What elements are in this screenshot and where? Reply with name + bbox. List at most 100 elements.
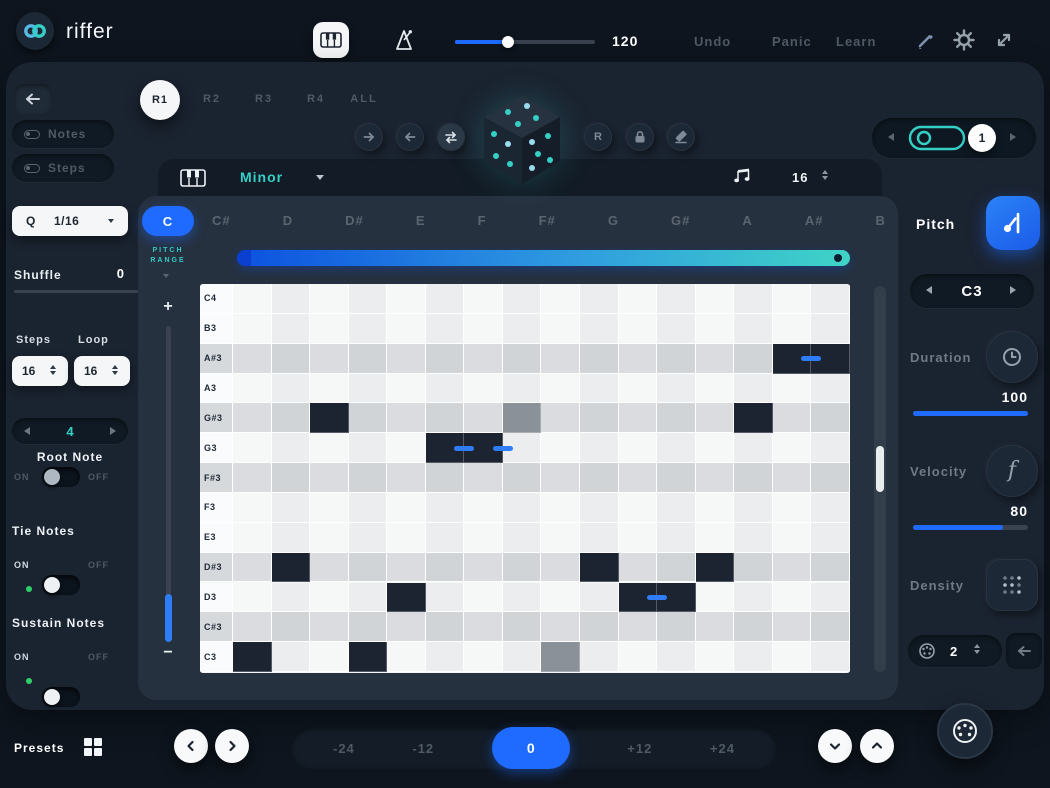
grid-cell[interactable] bbox=[696, 493, 735, 523]
grid-cell[interactable] bbox=[387, 284, 426, 314]
tab-r1[interactable]: R1 bbox=[140, 80, 180, 120]
note-option[interactable]: F# bbox=[539, 213, 556, 228]
grid-cell[interactable] bbox=[811, 493, 850, 523]
grid-cell[interactable] bbox=[696, 344, 735, 374]
grid-cell[interactable] bbox=[503, 642, 542, 672]
grid-cell[interactable] bbox=[387, 463, 426, 493]
grid-cell[interactable] bbox=[464, 403, 503, 433]
quantize-select[interactable]: Q 1/16 bbox=[12, 206, 128, 236]
grid-cell[interactable] bbox=[503, 493, 542, 523]
grid-cell[interactable] bbox=[541, 314, 580, 344]
grid-cell[interactable] bbox=[541, 403, 580, 433]
shift-right-button[interactable] bbox=[355, 123, 383, 151]
grid-cell[interactable] bbox=[272, 403, 311, 433]
grid-cell[interactable] bbox=[349, 314, 388, 344]
metronome-button[interactable] bbox=[388, 24, 420, 56]
pitch-range-plus-button[interactable]: + bbox=[158, 298, 178, 316]
note-cell[interactable] bbox=[387, 583, 426, 613]
pitch-range-minus-button[interactable]: − bbox=[158, 644, 178, 662]
grid-cell[interactable] bbox=[464, 493, 503, 523]
grid-cell[interactable] bbox=[503, 612, 542, 642]
ghost-note-cell[interactable] bbox=[503, 403, 542, 433]
stepper-right-icon[interactable] bbox=[110, 427, 116, 435]
grid-cell[interactable] bbox=[773, 523, 812, 553]
grid-cell[interactable] bbox=[696, 642, 735, 672]
duration-knob-button[interactable] bbox=[986, 331, 1038, 383]
grid-cell[interactable] bbox=[233, 583, 272, 613]
grid-cell[interactable] bbox=[426, 344, 465, 374]
bpm-slider[interactable] bbox=[455, 36, 595, 48]
grid-cell[interactable] bbox=[426, 523, 465, 553]
grid-cell[interactable] bbox=[310, 374, 349, 404]
grid-cell[interactable] bbox=[696, 403, 735, 433]
grid-cell[interactable] bbox=[387, 612, 426, 642]
grid-cell[interactable] bbox=[272, 374, 311, 404]
grid-cell[interactable] bbox=[310, 553, 349, 583]
swap-button[interactable] bbox=[437, 123, 465, 151]
repeat-button[interactable]: R bbox=[584, 123, 612, 151]
grid-cell[interactable] bbox=[272, 642, 311, 672]
grid-cell[interactable] bbox=[541, 493, 580, 523]
grid-cell[interactable] bbox=[349, 403, 388, 433]
shift-left-button[interactable] bbox=[396, 123, 424, 151]
grid-cell[interactable] bbox=[426, 314, 465, 344]
grid-cell[interactable] bbox=[233, 523, 272, 553]
grid-cell[interactable] bbox=[233, 553, 272, 583]
transpose-option[interactable]: +12 bbox=[627, 741, 652, 756]
grid-cell[interactable] bbox=[541, 374, 580, 404]
grid-cell[interactable] bbox=[619, 612, 658, 642]
grid-cell[interactable] bbox=[811, 433, 850, 463]
grid-cell[interactable] bbox=[464, 463, 503, 493]
grid-cell[interactable] bbox=[811, 553, 850, 583]
grid-cell[interactable] bbox=[580, 433, 619, 463]
grid-cell[interactable] bbox=[541, 433, 580, 463]
note-option[interactable]: C# bbox=[212, 213, 231, 228]
pitch-bend-button[interactable] bbox=[986, 196, 1040, 250]
settings-button[interactable] bbox=[952, 28, 976, 52]
transpose-option-selected[interactable]: 0 bbox=[492, 727, 570, 769]
grid-cell[interactable] bbox=[349, 433, 388, 463]
note-option[interactable]: F bbox=[478, 213, 487, 228]
grid-cell[interactable] bbox=[580, 403, 619, 433]
grid-cell[interactable] bbox=[464, 344, 503, 374]
grid-cell[interactable] bbox=[310, 284, 349, 314]
pager-next-button[interactable] bbox=[1010, 133, 1016, 141]
grid-cell[interactable] bbox=[657, 403, 696, 433]
grid-cell[interactable] bbox=[503, 523, 542, 553]
grid-cell[interactable] bbox=[580, 642, 619, 672]
grid-cell[interactable] bbox=[773, 553, 812, 583]
grid-cell[interactable] bbox=[503, 284, 542, 314]
grid-cell[interactable] bbox=[773, 463, 812, 493]
grid-cell[interactable] bbox=[734, 583, 773, 613]
grid-cell[interactable] bbox=[773, 433, 812, 463]
grid-cell[interactable] bbox=[657, 314, 696, 344]
grid-cell[interactable] bbox=[580, 374, 619, 404]
grid-cell[interactable] bbox=[580, 612, 619, 642]
note-option[interactable]: A# bbox=[805, 213, 824, 228]
note-count-stepper[interactable] bbox=[822, 170, 828, 180]
grid-cell[interactable] bbox=[272, 344, 311, 374]
panic-button[interactable]: Panic bbox=[772, 34, 812, 49]
grid-cell[interactable] bbox=[233, 344, 272, 374]
grid-cell[interactable] bbox=[464, 612, 503, 642]
steps-stepper[interactable]: 16 bbox=[12, 356, 68, 386]
grid-cell[interactable] bbox=[811, 284, 850, 314]
grid-cell[interactable] bbox=[696, 284, 735, 314]
grid-cell[interactable] bbox=[233, 463, 272, 493]
prev-preset-button[interactable] bbox=[174, 729, 208, 763]
notes-mode-pill[interactable]: Notes bbox=[12, 120, 114, 148]
duration-slider[interactable] bbox=[913, 411, 1028, 416]
learn-button[interactable]: Learn bbox=[836, 34, 876, 49]
grid-cell[interactable] bbox=[734, 284, 773, 314]
grid-cell[interactable] bbox=[233, 433, 272, 463]
grid-cell[interactable] bbox=[811, 314, 850, 344]
velocity-knob-button[interactable]: f bbox=[986, 445, 1038, 497]
grid-cell[interactable] bbox=[310, 463, 349, 493]
grid-cell[interactable] bbox=[426, 642, 465, 672]
grid-cell[interactable] bbox=[657, 344, 696, 374]
grid-cell[interactable] bbox=[426, 583, 465, 613]
grid-cell[interactable] bbox=[310, 433, 349, 463]
bpm-slider-knob[interactable] bbox=[502, 36, 514, 48]
grid-cell[interactable] bbox=[696, 314, 735, 344]
grid-cell[interactable] bbox=[657, 523, 696, 553]
